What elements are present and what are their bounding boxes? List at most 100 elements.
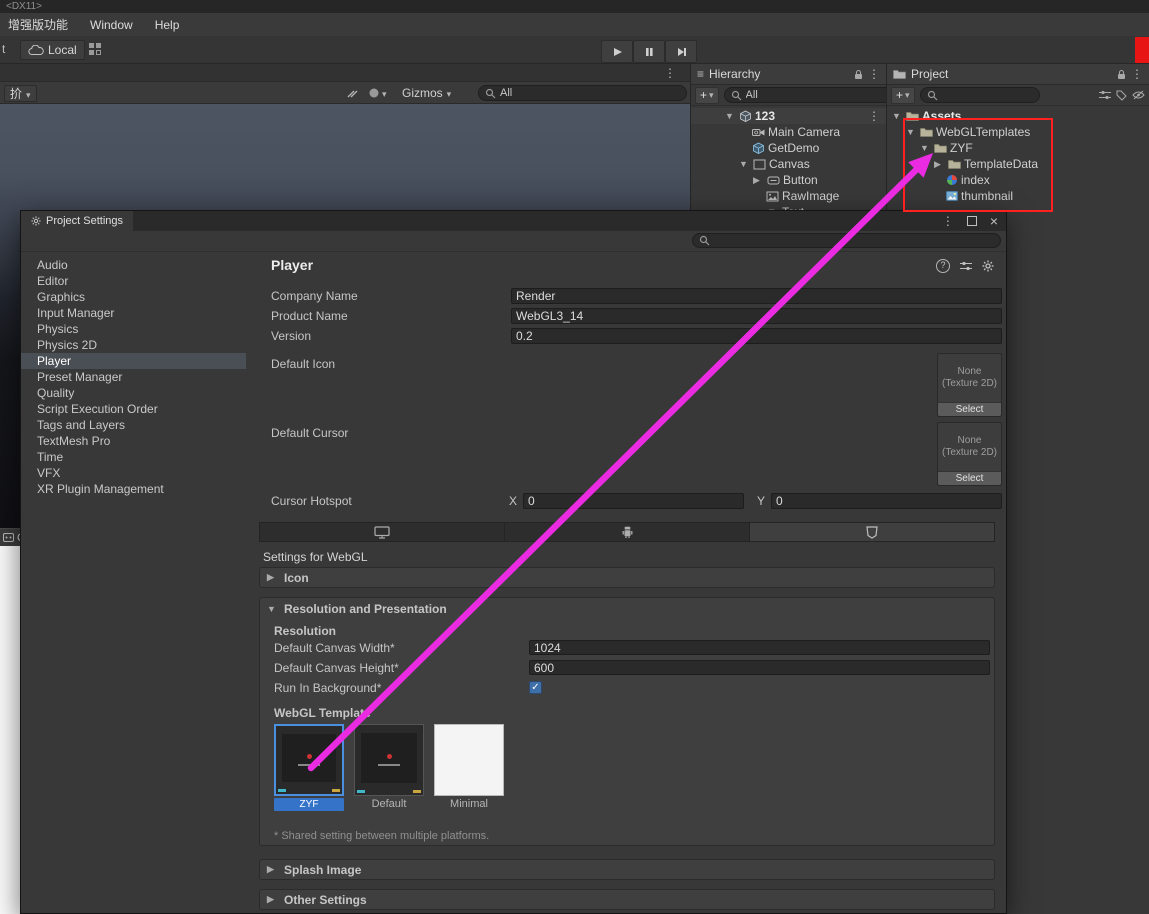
shading-mode-dropdown[interactable] [368,86,387,100]
foldout-icon[interactable] [267,572,278,583]
foldout-icon[interactable] [267,864,278,875]
hierarchy-add-button[interactable]: + [695,86,719,104]
step-button[interactable] [665,40,697,63]
product-name-field[interactable] [511,308,1002,324]
sidebar-item-vfx[interactable]: VFX [21,465,246,481]
scene-search-field[interactable] [478,85,687,101]
project-header[interactable]: Project [887,64,1149,85]
hotspot-x-field[interactable] [523,493,744,509]
version-field[interactable] [511,328,1002,344]
project-search-field[interactable] [919,87,1040,103]
kebab-menu-icon[interactable] [1131,67,1143,81]
help-icon[interactable]: ? [936,259,950,273]
sidebar-item-preset-manager[interactable]: Preset Manager [21,369,246,385]
hierarchy-header[interactable]: ≡ Hierarchy [691,64,886,85]
section-header-splash-image[interactable]: Splash Image [259,859,995,880]
foldout-icon[interactable] [739,159,750,169]
template-thumbnail[interactable] [434,724,504,796]
hierarchy-row-scene[interactable]: 123 [691,108,886,124]
default-cursor-picker[interactable]: None (Texture 2D) Select [937,422,1002,486]
foldout-icon[interactable] [267,894,278,905]
tab-platform-android[interactable] [505,523,750,541]
scene-search-input[interactable] [500,87,680,99]
default-icon-picker[interactable]: None (Texture 2D) Select [937,353,1002,417]
settings-for-label: Settings for WebGL [263,550,368,564]
template-card-minimal[interactable]: Minimal [434,724,504,810]
maximize-icon[interactable] [966,216,977,226]
tab-platform-webgl[interactable] [750,523,994,541]
kebab-menu-icon[interactable] [942,214,954,228]
sidebar-item-script-execution-order[interactable]: Script Execution Order [21,401,246,417]
template-card-zyf[interactable]: ZYF [274,724,344,811]
hotspot-y-field[interactable] [771,493,1002,509]
sidebar-item-physics[interactable]: Physics [21,321,246,337]
company-name-field[interactable] [511,288,1002,304]
section-header-icon[interactable]: Icon [259,567,995,588]
menu-item-window[interactable]: Window [79,18,144,32]
menu-item-help[interactable]: Help [144,18,191,32]
canvas-height-field[interactable] [529,660,990,675]
game-view-tab[interactable]: G [0,528,26,546]
foldout-icon[interactable] [892,111,903,121]
select-button[interactable]: Select [938,402,1001,416]
hierarchy-row-getdemo[interactable]: GetDemo [691,140,886,156]
canvas-width-field[interactable] [529,640,990,655]
search-icon [699,235,710,246]
foldout-icon[interactable] [725,111,736,121]
tab-platform-standalone[interactable] [260,523,505,541]
kebab-menu-icon[interactable] [868,109,880,123]
filter-sliders-icon[interactable] [1099,90,1111,100]
tools-icon[interactable] [346,87,360,99]
hierarchy-search-input[interactable] [745,89,888,101]
sidebar-item-editor[interactable]: Editor [21,273,246,289]
template-name: Minimal [450,798,488,810]
hierarchy-row-button[interactable]: Button [691,172,886,188]
sidebar-item-xr-plugin-management[interactable]: XR Plugin Management [21,481,246,497]
grid-layers-icon[interactable] [88,42,102,56]
kebab-menu-icon[interactable] [868,67,880,81]
template-thumbnail[interactable] [354,724,424,796]
scene-tool-dropdown[interactable]: 扴 [4,85,37,102]
foldout-icon[interactable] [753,175,764,186]
select-button[interactable]: Select [938,471,1001,485]
gizmos-dropdown[interactable]: Gizmos [402,85,451,100]
play-button[interactable] [601,40,633,63]
hierarchy-row-main-camera[interactable]: Main Camera [691,124,886,140]
sidebar-item-quality[interactable]: Quality [21,385,246,401]
sidebar-item-physics-2d[interactable]: Physics 2D [21,337,246,353]
scene-kebab-menu-icon[interactable] [664,66,676,80]
sidebar-item-textmesh-pro[interactable]: TextMesh Pro [21,433,246,449]
hierarchy-search-field[interactable] [723,87,895,103]
template-thumbnail[interactable] [274,724,344,796]
lock-icon[interactable] [854,69,863,80]
lock-icon[interactable] [1117,69,1126,80]
settings-search-input[interactable] [714,234,994,247]
hierarchy-row-canvas[interactable]: Canvas [691,156,886,172]
tab-project-settings[interactable]: Project Settings [21,211,134,231]
settings-search-field[interactable] [692,233,1001,248]
gear-icon[interactable] [982,260,994,272]
sidebar-item-tags-and-layers[interactable]: Tags and Layers [21,417,246,433]
sidebar-item-player[interactable]: Player [21,353,246,369]
label-tag-icon[interactable] [1116,90,1127,101]
template-card-default[interactable]: Default [354,724,424,810]
section-header-other-settings[interactable]: Other Settings [259,889,995,910]
hierarchy-row-rawimage[interactable]: RawImage [691,188,886,204]
run-in-background-checkbox[interactable] [529,681,542,694]
eye-hidden-icon[interactable] [1132,90,1145,100]
header-icon-group: ? [936,259,994,273]
project-search-input[interactable] [941,89,1033,101]
pause-button[interactable] [633,40,665,63]
menu-item-enhanced[interactable]: 增强版功能 [0,16,79,33]
sidebar-item-time[interactable]: Time [21,449,246,465]
cloud-account-button[interactable]: Local [20,40,85,60]
webgl-icon [866,525,878,539]
sidebar-item-graphics[interactable]: Graphics [21,289,246,305]
close-icon[interactable]: × [990,214,998,228]
sidebar-item-audio[interactable]: Audio [21,257,246,273]
project-add-button[interactable]: + [891,86,915,104]
foldout-icon[interactable] [267,604,278,614]
preset-sliders-icon[interactable] [960,261,972,271]
sidebar-item-input-manager[interactable]: Input Manager [21,305,246,321]
section-header-resolution[interactable]: Resolution and Presentation [260,598,994,619]
